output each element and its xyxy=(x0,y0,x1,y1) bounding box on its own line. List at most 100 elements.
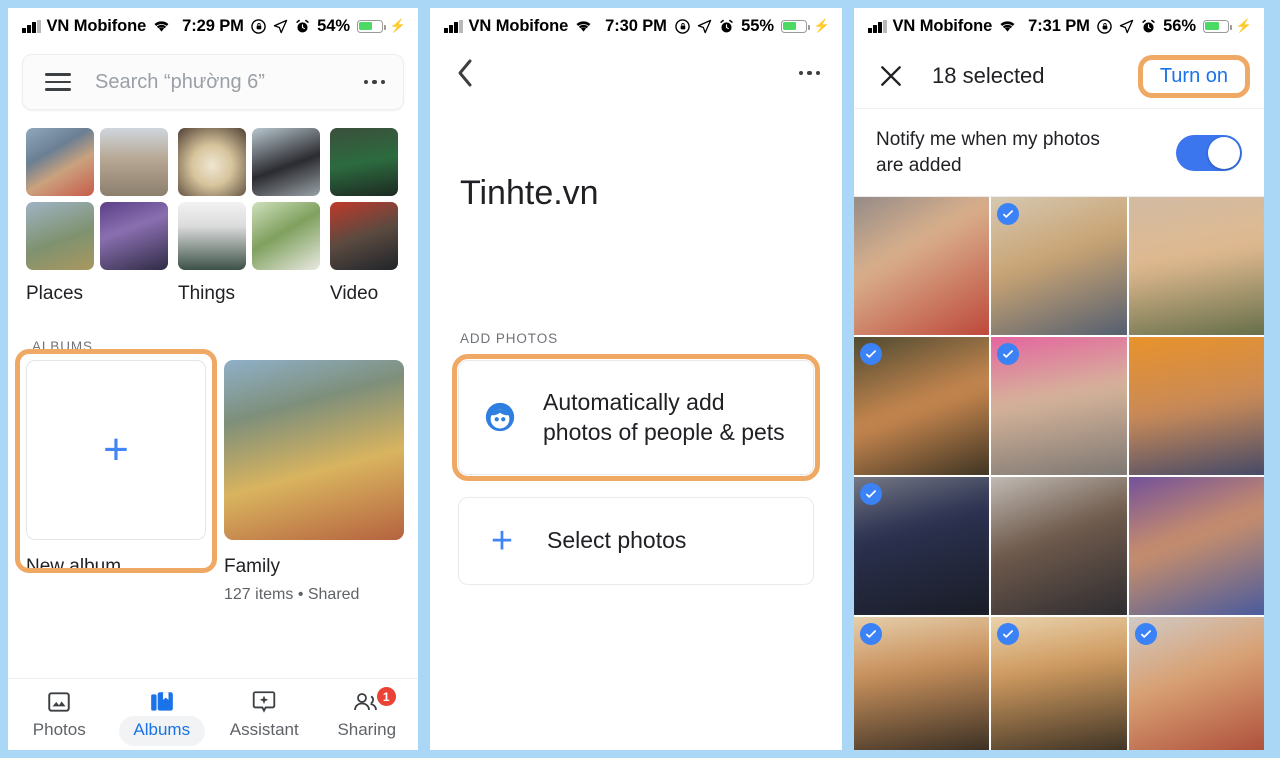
tab-photos[interactable]: Photos xyxy=(8,679,111,750)
thumbnail xyxy=(26,202,94,270)
category-thumbnail-grid xyxy=(330,128,398,270)
rotation-lock-icon xyxy=(251,18,266,34)
assistant-icon xyxy=(251,689,277,715)
more-options-icon[interactable] xyxy=(798,70,820,76)
more-options-icon[interactable] xyxy=(363,79,385,85)
tab-albums[interactable]: Albums xyxy=(111,679,214,750)
thumbnail xyxy=(100,128,168,196)
location-arrow-icon xyxy=(273,19,288,34)
face-cell[interactable] xyxy=(991,197,1127,336)
bottom-tab-bar: Photos Albums Assistant 1 Sharing xyxy=(8,678,418,750)
battery-percent-label: 55% xyxy=(741,16,774,35)
new-album-card[interactable]: + New album xyxy=(15,349,217,604)
new-album-box[interactable]: + xyxy=(26,360,206,540)
charging-bolt-icon: ⚡ xyxy=(389,18,406,33)
face-cell[interactable] xyxy=(854,477,990,616)
face-cell[interactable] xyxy=(854,197,990,336)
face-cell[interactable] xyxy=(1128,477,1264,616)
select-photos-button[interactable]: + Select photos xyxy=(458,496,814,585)
tab-label: Sharing xyxy=(337,720,397,739)
back-chevron-icon[interactable] xyxy=(452,58,478,88)
tab-label: Albums xyxy=(133,720,191,739)
thumbnail xyxy=(26,128,94,196)
status-right: 54% ⚡ xyxy=(251,17,406,36)
thumbnail xyxy=(178,202,246,270)
location-arrow-icon xyxy=(697,19,712,34)
status-bar: VN Mobifone 7:29 PM 54% ⚡ xyxy=(8,8,418,44)
carrier-label: VN Mobifone xyxy=(892,16,993,35)
rotation-lock-icon xyxy=(675,18,690,34)
face-cell[interactable] xyxy=(1128,197,1264,336)
album-card-family[interactable]: Family 127 items • Shared xyxy=(224,360,404,604)
location-arrow-icon xyxy=(1119,19,1134,34)
alarm-clock-icon xyxy=(719,19,734,34)
thumbnail xyxy=(178,128,246,196)
status-left: VN Mobifone xyxy=(444,17,593,36)
auto-add-photos-button[interactable]: Automatically add photos of people & pet… xyxy=(458,360,814,475)
notify-setting-row[interactable]: Notify me when my photos are added xyxy=(854,108,1264,198)
signal-bars-icon xyxy=(868,19,887,33)
face-selection-grid xyxy=(854,197,1264,750)
notify-toggle[interactable] xyxy=(1176,134,1242,171)
thumbnail xyxy=(252,202,320,270)
category-video[interactable]: Video xyxy=(330,128,398,305)
close-icon[interactable] xyxy=(878,63,904,89)
tab-label: Photos xyxy=(32,720,86,739)
albums-row: + New album Family 127 items • Shared xyxy=(8,349,418,604)
thumbnail xyxy=(100,202,168,270)
photo-icon xyxy=(46,689,72,715)
category-label: Places xyxy=(26,283,84,304)
signal-bars-icon xyxy=(22,19,41,33)
phone-screen-albums: VN Mobifone 7:29 PM 54% ⚡ Search “phường… xyxy=(8,8,418,750)
charging-bolt-icon: ⚡ xyxy=(813,18,830,33)
signal-bars-icon xyxy=(444,19,463,33)
tab-assistant[interactable]: Assistant xyxy=(213,679,316,750)
charging-bolt-icon: ⚡ xyxy=(1235,18,1252,33)
auto-add-card-wrapper: Automatically add photos of people & pet… xyxy=(452,354,820,481)
face-cell[interactable] xyxy=(991,477,1127,616)
face-cell[interactable] xyxy=(991,617,1127,750)
face-cell[interactable] xyxy=(854,617,990,750)
album-cover-thumbnail xyxy=(224,360,404,540)
face-cell[interactable] xyxy=(991,337,1127,476)
add-photos-header: ADD PHOTOS xyxy=(460,331,559,346)
alarm-clock-icon xyxy=(1141,19,1156,34)
status-bar: VN Mobifone 7:31 PM 56% ⚡ xyxy=(854,8,1264,44)
face-cell[interactable] xyxy=(854,337,990,476)
plus-icon: + xyxy=(490,519,514,562)
battery-icon xyxy=(780,19,810,33)
status-bar: VN Mobifone 7:30 PM 55% ⚡ xyxy=(430,8,842,44)
album-title: Family xyxy=(224,556,280,577)
wifi-icon xyxy=(998,19,1017,33)
category-things[interactable]: Things xyxy=(178,128,320,305)
turn-on-button[interactable]: Turn on xyxy=(1152,61,1236,91)
albums-section-header: ALBUMS xyxy=(32,339,93,354)
category-label: Video xyxy=(330,283,379,304)
thumbnail xyxy=(252,128,320,196)
hamburger-menu-icon[interactable] xyxy=(45,73,71,91)
search-placeholder: Search “phường 6” xyxy=(95,70,265,93)
status-right: 56% ⚡ xyxy=(1097,17,1252,36)
plus-icon: + xyxy=(103,425,129,474)
face-cell[interactable] xyxy=(1128,337,1264,476)
screenshot-stage: VN Mobifone 7:29 PM 54% ⚡ Search “phường… xyxy=(0,0,1280,758)
carrier-label: VN Mobifone xyxy=(46,16,147,35)
category-label: Things xyxy=(178,283,236,304)
battery-icon xyxy=(1202,19,1232,33)
search-input[interactable]: Search “phường 6” xyxy=(22,54,404,110)
face-cell[interactable] xyxy=(1128,617,1264,750)
selected-count-label: 18 selected xyxy=(932,63,1045,88)
phone-screen-album-detail: VN Mobifone 7:30 PM 55% ⚡ Tinhte.vn ADD … xyxy=(430,8,842,750)
carrier-label: VN Mobifone xyxy=(468,16,569,35)
album-detail-toolbar xyxy=(430,44,842,102)
tab-sharing[interactable]: 1 Sharing xyxy=(316,679,419,750)
albums-icon xyxy=(149,689,175,715)
status-left: VN Mobifone xyxy=(868,17,1017,36)
category-places[interactable]: Places xyxy=(26,128,168,305)
face-circle-icon xyxy=(483,400,517,434)
selected-check-icon xyxy=(1134,623,1157,646)
battery-percent-label: 54% xyxy=(317,16,350,35)
search-area: Search “phường 6” xyxy=(8,44,418,110)
thumbnail xyxy=(330,128,398,196)
alarm-clock-icon xyxy=(295,19,310,34)
